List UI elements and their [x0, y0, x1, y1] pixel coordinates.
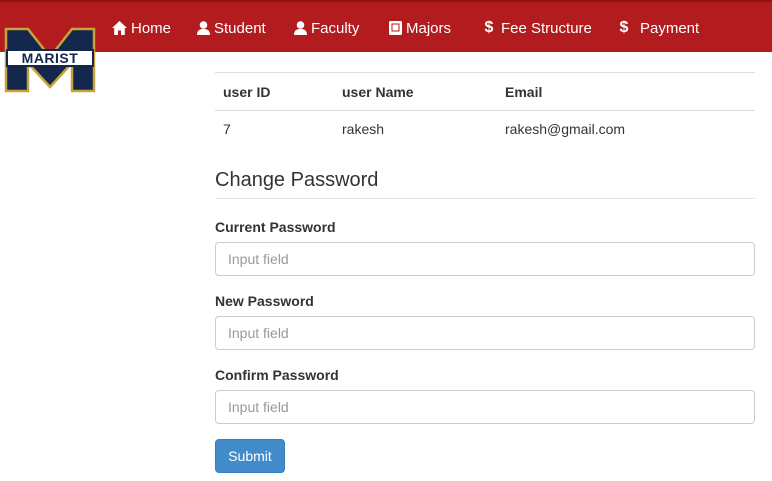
cell-user-name: rakesh [342, 121, 385, 138]
logo-wordmark: MARIST [6, 49, 94, 67]
main-content: user ID user Name Email 7 rakesh rakesh@… [215, 72, 755, 473]
nav-faculty[interactable]: Faculty [294, 2, 359, 54]
top-navbar: Home Student Faculty Majors $ Fee Struct… [0, 0, 772, 52]
dollar-icon: $ [484, 19, 494, 36]
new-password-label: New Password [215, 293, 314, 309]
user-icon [197, 21, 210, 35]
table-header-row: user ID user Name Email [215, 72, 755, 111]
column-header-email: Email [497, 72, 755, 111]
new-password-input[interactable] [215, 316, 755, 350]
nav-home-label: Home [131, 19, 172, 37]
confirm-password-input[interactable] [215, 390, 755, 424]
cell-user-id: 7 [223, 121, 231, 138]
confirm-password-label: Confirm Password [215, 367, 339, 383]
user-icon [294, 21, 307, 35]
user-info-table: user ID user Name Email 7 rakesh rakesh@… [215, 72, 755, 148]
nav-payment-label: Payment [640, 19, 700, 37]
current-password-label: Current Password [215, 219, 336, 235]
column-header-user-id: user ID [215, 72, 334, 111]
change-password-heading: Change Password [215, 169, 755, 199]
nav-student[interactable]: Student [197, 2, 266, 54]
submit-button[interactable]: Submit [215, 439, 285, 473]
dollar-icon: $ [619, 19, 629, 36]
nav-fee-structure[interactable]: $ Fee Structure [483, 2, 592, 54]
nav-home[interactable]: Home [112, 2, 171, 54]
current-password-input[interactable] [215, 242, 755, 276]
home-icon [112, 21, 127, 35]
cell-email: rakesh@gmail.com [505, 121, 626, 138]
nav-student-label: Student [214, 19, 266, 37]
nav-payment[interactable]: $ Payment [618, 2, 700, 54]
column-header-user-name: user Name [334, 72, 497, 111]
book-icon [389, 21, 402, 35]
nav-majors[interactable]: Majors [389, 2, 451, 54]
table-row: 7 rakesh rakesh@gmail.com [215, 111, 755, 148]
nav-faculty-label: Faculty [311, 19, 360, 37]
nav-majors-label: Majors [406, 19, 452, 37]
marist-logo[interactable]: MARIST [4, 27, 96, 93]
nav-fee-structure-label: Fee Structure [501, 19, 592, 37]
